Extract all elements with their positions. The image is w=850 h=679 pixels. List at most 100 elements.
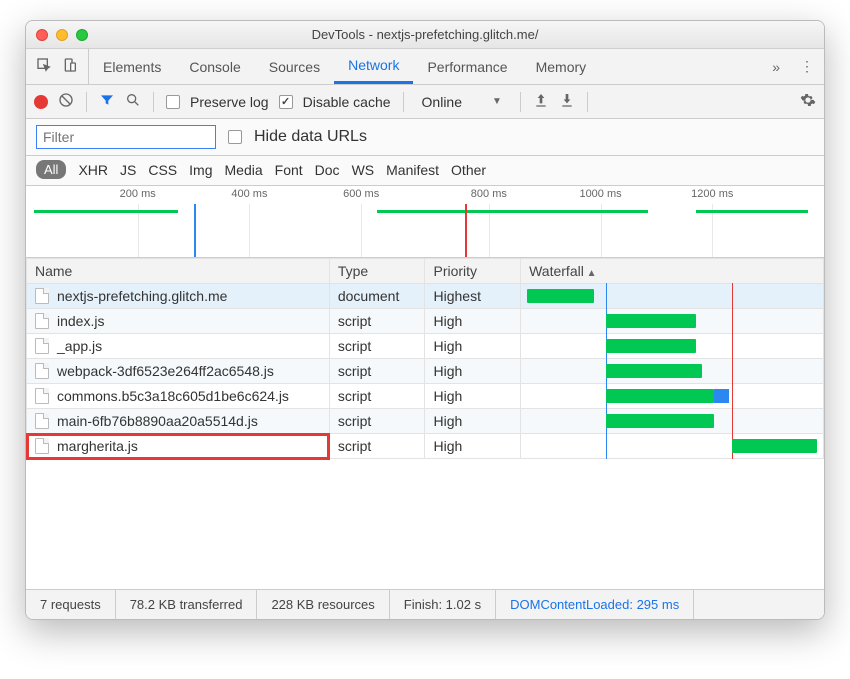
column-header-type[interactable]: Type bbox=[329, 259, 425, 284]
waterfall-cell bbox=[521, 310, 823, 332]
type-filter-ws[interactable]: WS bbox=[352, 162, 375, 178]
preserve-log-checkbox[interactable] bbox=[166, 95, 180, 109]
column-header-waterfall[interactable]: Waterfall bbox=[521, 259, 824, 284]
settings-icon[interactable] bbox=[800, 92, 816, 111]
table-row[interactable]: nextjs-prefetching.glitch.medocumentHigh… bbox=[27, 284, 824, 309]
timeline-tick: 1000 ms bbox=[579, 188, 621, 200]
inspect-element-icon[interactable] bbox=[36, 57, 52, 76]
hide-data-urls-checkbox[interactable] bbox=[228, 130, 242, 144]
type-filter-all[interactable]: All bbox=[36, 160, 66, 179]
close-icon[interactable] bbox=[36, 29, 48, 41]
table-row[interactable]: index.js scriptHigh bbox=[27, 309, 824, 334]
tab-elements[interactable]: Elements bbox=[89, 49, 175, 84]
timeline-tick: 800 ms bbox=[471, 188, 507, 200]
column-header-priority[interactable]: Priority bbox=[425, 259, 521, 284]
window-title: DevTools - nextjs-prefetching.glitch.me/ bbox=[26, 27, 824, 42]
status-transferred: 78.2 KB transferred bbox=[116, 590, 258, 619]
waterfall-bar bbox=[606, 339, 697, 353]
table-row[interactable]: commons.b5c3a18c605d1be6c624.jsscriptHig… bbox=[27, 384, 824, 409]
tab-network[interactable]: Network bbox=[334, 49, 413, 84]
filter-icon[interactable] bbox=[99, 92, 115, 111]
table-row[interactable]: _app.jsscriptHigh bbox=[27, 334, 824, 359]
filter-input[interactable] bbox=[36, 125, 216, 149]
throttling-select[interactable]: Online ▼ bbox=[416, 92, 508, 112]
status-bar: 7 requests 78.2 KB transferred 228 KB re… bbox=[26, 589, 824, 619]
type-filter-img[interactable]: Img bbox=[189, 162, 212, 178]
file-icon bbox=[35, 313, 49, 329]
preserve-log-label: Preserve log bbox=[190, 94, 269, 110]
file-icon bbox=[35, 288, 49, 304]
waterfall-cell bbox=[521, 435, 823, 457]
type-filter-font[interactable]: Font bbox=[275, 162, 303, 178]
type-filter-other[interactable]: Other bbox=[451, 162, 486, 178]
waterfall-cell bbox=[521, 360, 823, 382]
type-filter-media[interactable]: Media bbox=[225, 162, 263, 178]
waterfall-cell bbox=[521, 410, 823, 432]
zoom-icon[interactable] bbox=[76, 29, 88, 41]
tab-console[interactable]: Console bbox=[175, 49, 254, 84]
type-filter-css[interactable]: CSS bbox=[148, 162, 177, 178]
table-row[interactable]: margherita.jsscriptHigh bbox=[27, 434, 824, 459]
request-name: margherita.js bbox=[57, 438, 138, 454]
waterfall-bar bbox=[606, 414, 715, 428]
inspect-controls bbox=[26, 49, 89, 84]
device-toolbar-icon[interactable] bbox=[62, 57, 78, 76]
file-icon bbox=[35, 363, 49, 379]
waterfall-cell bbox=[521, 285, 823, 307]
status-finish: Finish: 1.02 s bbox=[390, 590, 496, 619]
request-priority: High bbox=[425, 309, 521, 334]
minimize-icon[interactable] bbox=[56, 29, 68, 41]
request-type: script bbox=[329, 359, 425, 384]
request-name: _app.js bbox=[57, 338, 102, 354]
type-filter-doc[interactable]: Doc bbox=[315, 162, 340, 178]
request-priority: High bbox=[425, 384, 521, 409]
request-name: nextjs-prefetching.glitch.me bbox=[57, 288, 227, 304]
clear-icon[interactable] bbox=[58, 92, 74, 111]
type-filter-xhr[interactable]: XHR bbox=[78, 162, 108, 178]
download-har-icon[interactable] bbox=[559, 92, 575, 111]
resource-type-bar: All XHR JS CSS Img Media Font Doc WS Manifest Othe… bbox=[26, 156, 824, 186]
devtools-window: DevTools - nextjs-prefetching.glitch.me/… bbox=[25, 20, 825, 620]
panel-tabs: ElementsConsoleSourcesNetworkPerformance… bbox=[26, 49, 824, 85]
request-name: index.js bbox=[57, 313, 104, 329]
status-dcl: DOMContentLoaded: 295 ms bbox=[496, 590, 694, 619]
type-filter-js[interactable]: JS bbox=[120, 162, 136, 178]
hide-data-urls-label: Hide data URLs bbox=[254, 128, 367, 146]
search-icon[interactable] bbox=[125, 92, 141, 111]
request-type: script bbox=[329, 309, 425, 334]
chevron-down-icon: ▼ bbox=[492, 96, 502, 107]
waterfall-bar bbox=[606, 314, 697, 328]
timeline-marker-blue bbox=[194, 204, 196, 257]
requests-table[interactable]: NameTypePriorityWaterfall nextjs-prefetc… bbox=[26, 258, 824, 589]
timeline-tick: 400 ms bbox=[231, 188, 267, 200]
more-tabs-icon[interactable]: » bbox=[762, 49, 790, 84]
waterfall-cell bbox=[521, 385, 823, 407]
waterfall-bar bbox=[606, 389, 715, 403]
table-row[interactable]: main-6fb76b8890aa20a5514d.jsscriptHigh bbox=[27, 409, 824, 434]
type-filter-manifest[interactable]: Manifest bbox=[386, 162, 439, 178]
waterfall-bar bbox=[732, 439, 817, 453]
upload-har-icon[interactable] bbox=[533, 92, 549, 111]
record-icon[interactable] bbox=[34, 95, 48, 109]
request-name: webpack-3df6523e264ff2ac6548.js bbox=[57, 363, 274, 379]
column-header-name[interactable]: Name bbox=[27, 259, 330, 284]
disable-cache-label: Disable cache bbox=[303, 94, 391, 110]
waterfall-bar bbox=[527, 289, 593, 303]
tab-memory[interactable]: Memory bbox=[522, 49, 601, 84]
tab-sources[interactable]: Sources bbox=[255, 49, 334, 84]
request-name: main-6fb76b8890aa20a5514d.js bbox=[57, 413, 258, 429]
tab-performance[interactable]: Performance bbox=[413, 49, 521, 84]
timeline-activity bbox=[34, 210, 178, 213]
kebab-menu-icon[interactable]: ⋮ bbox=[790, 49, 824, 84]
network-toolbar: Preserve log Disable cache Online ▼ bbox=[26, 85, 824, 119]
timeline-overview[interactable]: 200 ms400 ms600 ms800 ms1000 ms1200 ms bbox=[26, 186, 824, 258]
throttling-value: Online bbox=[422, 94, 462, 110]
request-priority: High bbox=[425, 409, 521, 434]
table-row[interactable]: webpack-3df6523e264ff2ac6548.jsscriptHig… bbox=[27, 359, 824, 384]
window-controls bbox=[36, 29, 88, 41]
status-resources: 228 KB resources bbox=[257, 590, 389, 619]
request-priority: Highest bbox=[425, 284, 521, 309]
request-type: script bbox=[329, 334, 425, 359]
disable-cache-checkbox[interactable] bbox=[279, 95, 293, 109]
waterfall-bar bbox=[606, 364, 703, 378]
